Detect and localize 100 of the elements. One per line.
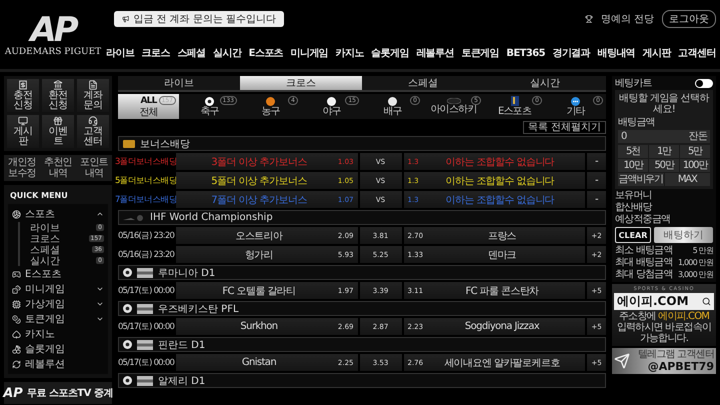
league-name: IHF World Championship: [150, 212, 273, 223]
receipt-icon: [18, 80, 28, 90]
shortcut-tile[interactable]: 충전신청: [7, 79, 39, 112]
quick-menu-item[interactable]: 레볼루션: [12, 357, 104, 371]
soccer-ball-icon: [205, 96, 214, 106]
bonus-name: 5폴더보너스배당: [118, 174, 174, 188]
telegram-handle: @APBET79: [648, 360, 714, 373]
logout-button[interactable]: 로그아웃: [662, 10, 716, 28]
chip-icon: [12, 300, 21, 308]
quick-menu-item[interactable]: 카지노: [12, 327, 104, 341]
nav-link[interactable]: 크로스: [142, 46, 170, 60]
limit-value: 3,000 만원: [678, 269, 713, 280]
telegram-banner[interactable]: 텔레그램 고객센터 @APBET79: [612, 348, 716, 374]
soccer-ball-icon: [123, 268, 132, 277]
nav-link[interactable]: 토큰게임: [461, 46, 499, 60]
more-button[interactable]: -: [587, 172, 606, 189]
nav-link[interactable]: E스포츠: [248, 46, 284, 60]
nav-link[interactable]: 카지노: [336, 46, 364, 60]
nav-link[interactable]: 레볼루션: [416, 46, 454, 60]
headset-icon: [88, 116, 98, 126]
bank-icon: [53, 80, 63, 90]
shortcut-tile[interactable]: 게시판: [7, 115, 39, 148]
nav-link[interactable]: 미니게임: [290, 46, 328, 60]
match-time: 05/16(금) 23:20: [118, 248, 174, 262]
amount-field[interactable]: 0 잔돈: [618, 130, 710, 143]
telegram-title: 텔레그램 고객센터: [638, 349, 714, 360]
limit-label: 최대 배팅금액: [615, 257, 673, 268]
tab[interactable]: 실시간: [484, 76, 606, 90]
trophy-icon: [584, 15, 593, 23]
nav-link[interactable]: 스페셜: [177, 46, 206, 60]
banner-text: 주소창에 에이피.COM 입력하시면 바로접속이 가능합니다.: [616, 311, 712, 344]
more-button[interactable]: -: [587, 191, 606, 208]
amount-chip[interactable]: 50만: [649, 159, 679, 172]
league-name: 우즈베키스탄 PFL: [158, 302, 239, 316]
league-name: 핀란드 D1: [158, 338, 206, 352]
monitor-icon: [18, 116, 28, 126]
amount-chip[interactable]: 1만: [649, 145, 679, 158]
baseball-icon: [327, 96, 336, 106]
match-time: 05/17(토) 00:00: [118, 356, 174, 370]
dice-icon: [12, 284, 21, 294]
hockey-puck-icon: [446, 98, 460, 104]
bonus-icon: [123, 140, 135, 148]
quick-menu-item[interactable]: 슬롯게임: [12, 342, 104, 356]
tab[interactable]: 크로스: [240, 76, 362, 90]
limit-value: 1,000 만원: [678, 257, 713, 268]
expand-all-button[interactable]: 목록 전체펼치기: [522, 121, 606, 134]
nav-link[interactable]: 고객센터: [678, 46, 716, 60]
account-link[interactable]: 포인트내역: [76, 157, 112, 179]
account-link[interactable]: 추천인내역: [40, 157, 76, 179]
search-icon: [702, 297, 711, 306]
tab[interactable]: 스페셜: [362, 76, 484, 90]
hall-of-fame-link[interactable]: 명예의 전당: [600, 12, 654, 26]
quick-menu-item[interactable]: 스포츠: [12, 207, 104, 221]
gift-icon: [53, 116, 63, 126]
shortcut-tile[interactable]: 이벤트: [42, 115, 74, 148]
quick-menu-item[interactable]: E스포츠: [12, 267, 104, 281]
amount-chip[interactable]: 10만: [618, 159, 648, 172]
tv-banner[interactable]: AP 무료 스포츠TV 중계: [4, 382, 112, 404]
nav-link[interactable]: 라이브: [106, 46, 134, 60]
match-time: 05/17(토) 00:00: [118, 320, 174, 334]
bet-button[interactable]: 배팅하기: [654, 227, 713, 243]
logo-mark[interactable]: AP: [30, 12, 76, 46]
refresh-icon: [12, 360, 21, 368]
nav-link[interactable]: 실시간: [212, 46, 242, 60]
amount-chip[interactable]: 5만: [680, 145, 710, 158]
league-name: 알제리 D1: [158, 374, 206, 388]
amount-chip[interactable]: 5천: [618, 145, 648, 158]
cart-title: 베팅카트: [615, 78, 652, 89]
nav-link[interactable]: BET365: [506, 48, 545, 58]
more-icon: [571, 96, 580, 106]
megaphone-icon: [122, 15, 130, 23]
clear-button[interactable]: CLEAR: [615, 227, 651, 243]
amount-chip[interactable]: 100만: [680, 159, 710, 172]
quick-menu-item[interactable]: 미니게임: [12, 282, 104, 296]
basketball-icon: [266, 96, 275, 106]
shortcut-tile[interactable]: 환전신청: [42, 79, 74, 112]
soccer-ball-icon: [123, 376, 132, 385]
amount-chip[interactable]: 금액비우기: [618, 173, 664, 186]
nav-link[interactable]: 경기결과: [552, 46, 590, 60]
shortcut-tile[interactable]: 계좌문의: [77, 79, 109, 112]
nav-link[interactable]: 배팅내역: [598, 46, 636, 60]
section-title: 보너스배당: [140, 138, 190, 150]
notice-text: 입금 전 계좌 문의는 필수입니다: [133, 13, 276, 26]
coins-icon: [12, 314, 21, 324]
info-label: 예상적중금액: [615, 214, 672, 225]
quick-menu-item[interactable]: 토큰게임: [12, 312, 104, 326]
cart-toggle[interactable]: [695, 79, 713, 88]
account-link[interactable]: 개인정보수정: [4, 157, 40, 179]
amount-chip[interactable]: MAX: [664, 173, 710, 186]
handball-logo-icon: [123, 214, 145, 222]
quick-menu-item[interactable]: 가상게임: [12, 297, 104, 311]
banner-logo: AP: [3, 386, 23, 400]
shortcut-tile[interactable]: 고객센터: [77, 115, 109, 148]
nav-link[interactable]: 슬롯게임: [371, 46, 409, 60]
more-button[interactable]: -: [587, 153, 606, 170]
nav-link[interactable]: 게시판: [642, 46, 671, 60]
logo-name: AUDEMARS PIGUET: [4, 46, 102, 56]
match-time: 05/16(금) 23:20: [118, 230, 174, 242]
tab[interactable]: 라이브: [118, 76, 240, 90]
cart-message: 배팅할 게임을 선택하세요!: [618, 93, 710, 115]
